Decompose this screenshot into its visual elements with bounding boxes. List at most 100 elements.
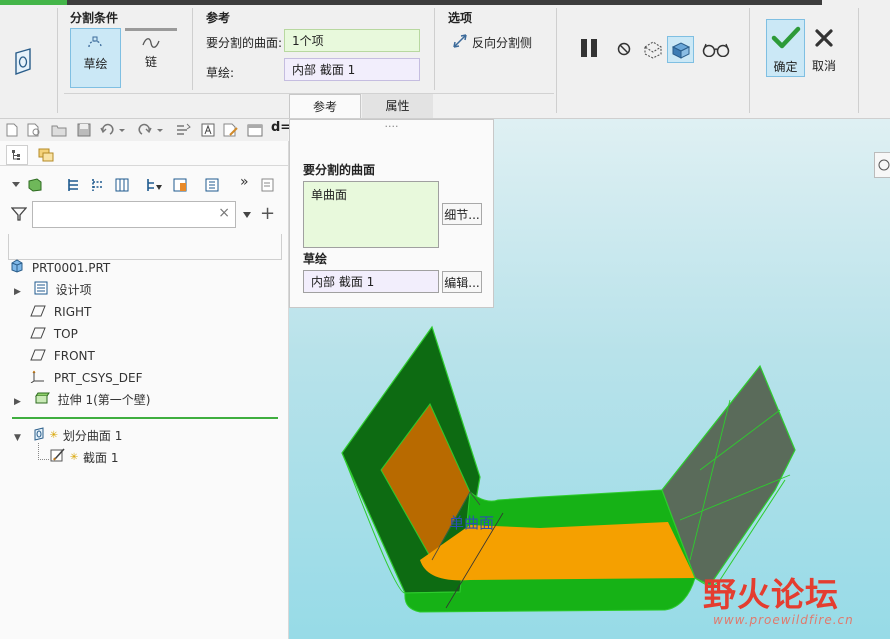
ok-button[interactable]: 确定 — [766, 19, 805, 77]
annotation-icon[interactable] — [200, 122, 216, 138]
surface-list-item[interactable]: 单曲面 — [311, 186, 347, 203]
csys-icon — [30, 368, 46, 390]
surface-annotation-label: 单曲面 — [449, 514, 495, 532]
references-flyout-panel: ···· 要分割的曲面 单曲面 细节... 草绘 内部 截面 1 编辑... — [289, 119, 494, 308]
cancel-label: 取消 — [811, 59, 836, 73]
sketch-reference-field[interactable]: 内部 截面 1 — [303, 270, 439, 293]
pause-icon[interactable] — [576, 36, 602, 60]
tab-reference[interactable]: 参考 — [289, 94, 361, 118]
tree-item[interactable]: PRT_CSYS_DEF — [30, 367, 143, 389]
split-surface-feature-icon — [8, 45, 38, 79]
tree-item[interactable]: ▶ 拉伸 1(第一个壁) — [14, 389, 150, 411]
chain-icon — [140, 35, 162, 51]
tree-root-label: PRT0001.PRT — [31, 261, 111, 275]
edit-button[interactable]: 编辑... — [442, 271, 482, 293]
new-file-icon[interactable] — [4, 122, 20, 138]
surface-field-label: 要分割的曲面: — [206, 36, 283, 50]
filter-funnel-icon — [10, 205, 28, 223]
view-orientation-icon[interactable] — [874, 152, 890, 178]
insert-here-indicator[interactable] — [12, 417, 278, 419]
tree-item[interactable]: RIGHT — [30, 301, 91, 323]
partial-preview-icon[interactable] — [640, 36, 666, 62]
reverse-split-side-label: 反向分割侧 — [472, 36, 533, 50]
tree-item-label: 截面 1 — [83, 451, 119, 465]
flyout-drag-handle[interactable]: ···· — [290, 120, 493, 133]
cancel-button[interactable]: 取消 — [809, 22, 840, 76]
tree-filter-icon[interactable] — [144, 176, 166, 194]
expand-arrow-icon[interactable]: ▶ — [14, 391, 24, 413]
clear-search-icon[interactable]: × — [218, 205, 230, 221]
details-button[interactable]: 细节... — [442, 203, 482, 225]
condition-group-title: 分割条件 — [70, 11, 119, 25]
tree-settings-icon[interactable] — [64, 176, 84, 194]
ok-label: 确定 — [773, 60, 798, 74]
reverse-arrows-icon — [451, 32, 469, 50]
layer-tree-tab[interactable] — [34, 145, 58, 165]
open-file-icon[interactable] — [26, 122, 42, 138]
table-columns-icon[interactable] — [112, 176, 132, 194]
watermark-url: www.proewildfire.cn — [713, 613, 854, 627]
expand-arrow-icon[interactable]: ▶ — [14, 281, 24, 303]
ribbon-separator — [434, 8, 435, 90]
tree-columns-icon[interactable] — [170, 176, 190, 194]
ribbon: 分割条件 草绘 链 参考 要分割的曲面: 1个项 草绘: 内部 截面 1 选项 … — [0, 0, 890, 119]
add-filter-icon[interactable]: + — [260, 203, 275, 224]
regenerate-icon[interactable] — [174, 122, 192, 138]
redo-icon[interactable] — [136, 122, 166, 138]
quick-access-toolbar: d= — [0, 119, 291, 142]
tree-item-section[interactable]: ✳ 截面 1 — [50, 447, 119, 469]
sketch-icon — [84, 35, 106, 51]
chain-mode-button[interactable]: 链 — [125, 31, 177, 88]
ribbon-separator — [57, 8, 58, 113]
sketch-mode-label: 草绘 — [83, 57, 108, 71]
surface-collector-field[interactable]: 1个项 — [284, 29, 420, 52]
sketch-mode-button[interactable]: 草绘 — [70, 28, 121, 88]
more-options-icon[interactable]: » — [240, 174, 249, 190]
tree-properties-icon[interactable] — [258, 176, 278, 194]
tree-filter-columns-icon[interactable] — [88, 176, 108, 194]
edit-icon[interactable] — [222, 122, 240, 138]
tree-item-label: 划分曲面 1 — [62, 429, 123, 443]
ribbon-separator — [749, 8, 750, 113]
tree-item-label: 拉伸 1(第一个壁) — [57, 393, 151, 407]
surface-collector-list[interactable]: 单曲面 — [303, 181, 439, 248]
ribbon-separator — [858, 8, 859, 113]
display-style-icon[interactable] — [202, 176, 222, 194]
folder-icon[interactable] — [50, 122, 68, 138]
tree-item-label: RIGHT — [53, 305, 92, 319]
sketch-collector-field[interactable]: 内部 截面 1 — [284, 58, 420, 81]
tree-search-input[interactable]: × — [32, 201, 236, 228]
panel-divider — [0, 165, 288, 166]
tab-properties[interactable]: 属性 — [362, 94, 433, 118]
collapse-arrow-icon[interactable]: ▼ — [14, 427, 24, 449]
tree-item-label: FRONT — [53, 349, 95, 363]
part-icon — [10, 258, 24, 280]
tree-item[interactable]: ▶ 设计项 — [14, 279, 92, 301]
reverse-split-side-button[interactable]: 反向分割侧 — [451, 32, 541, 52]
sketch-field-label: 草绘: — [206, 66, 235, 80]
tree-item[interactable]: TOP — [30, 323, 78, 345]
title-bar — [0, 0, 822, 5]
ribbon-separator — [192, 8, 193, 90]
tree-connector — [38, 443, 49, 460]
surface-section-title: 要分割的曲面 — [303, 163, 376, 177]
verify-glasses-icon[interactable] — [700, 38, 732, 60]
save-icon[interactable] — [76, 122, 92, 138]
close-x-icon — [811, 26, 837, 50]
ribbon-separator — [556, 8, 557, 113]
tree-root[interactable]: PRT0001.PRT — [10, 257, 110, 279]
new-feature-star-icon: ✳ — [49, 430, 59, 441]
model-tree-tab[interactable] — [6, 145, 28, 165]
datum-plane-icon — [30, 346, 46, 368]
undo-icon[interactable] — [98, 122, 128, 138]
search-dropdown-icon[interactable] — [240, 208, 254, 222]
sketch-section-icon — [50, 447, 66, 470]
watermark-title: 野火论坛 — [703, 575, 839, 614]
window-icon[interactable] — [246, 122, 264, 138]
show-dropdown-icon[interactable] — [10, 177, 44, 193]
tree-item[interactable]: FRONT — [30, 345, 95, 367]
tree-item-split-surface[interactable]: ▼ ✳ 划分曲面 1 — [14, 425, 122, 447]
title-bar-accent — [0, 0, 67, 5]
no-preview-icon[interactable] — [613, 38, 635, 60]
geometry-preview-icon[interactable] — [667, 36, 694, 63]
